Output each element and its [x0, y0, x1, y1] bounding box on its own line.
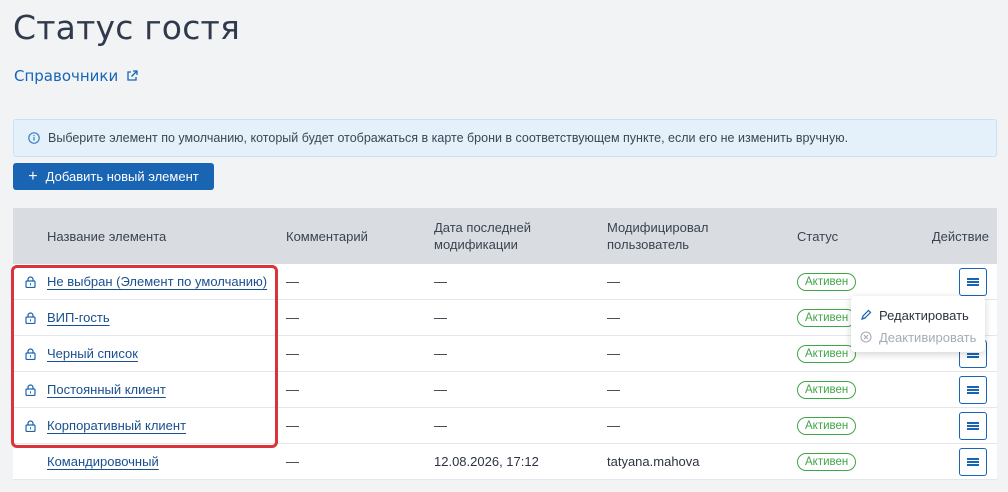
header-status: Статус — [797, 228, 839, 244]
table-row: Черный список — — — Активен — [13, 336, 997, 372]
lock-icon — [13, 275, 47, 288]
info-banner: Выберите элемент по умолчанию, который б… — [13, 119, 997, 157]
header-action: Действие — [931, 228, 989, 244]
status-badge: Активен — [797, 344, 857, 363]
plus-icon: + — [28, 167, 38, 185]
element-name-link[interactable]: Постоянный клиент — [47, 382, 166, 397]
info-text: Выберите элемент по умолчанию, который б… — [48, 131, 849, 145]
elements-table: Название элемента Комментарий Дата после… — [13, 208, 997, 480]
row-menu-button[interactable] — [959, 411, 987, 440]
comment-cell: — — [286, 274, 299, 289]
edit-menu-item[interactable]: Редактировать — [851, 304, 985, 326]
table-row: Постоянный клиент — — — Активен — [13, 372, 997, 408]
date-cell: 12.08.2026, 17:12 — [434, 454, 539, 469]
user-cell: — — [607, 382, 620, 397]
date-cell: — — [434, 310, 447, 325]
menu-icon — [967, 421, 979, 430]
lock-icon — [13, 347, 47, 360]
table-header: Название элемента Комментарий Дата после… — [13, 208, 997, 264]
element-name-link[interactable]: Черный список — [47, 346, 138, 361]
header-comment: Комментарий — [286, 228, 368, 244]
date-cell: — — [434, 346, 447, 361]
pencil-icon — [861, 309, 872, 320]
table-row: Корпоративный клиент — — — Активен — [13, 408, 997, 444]
element-name-link[interactable]: ВИП-гость — [47, 310, 110, 325]
status-badge: Активен — [797, 416, 857, 435]
lock-icon — [13, 311, 47, 324]
external-link-icon — [127, 70, 138, 81]
comment-cell: — — [286, 454, 299, 469]
user-cell: — — [607, 274, 620, 289]
row-menu-button[interactable] — [959, 267, 987, 296]
status-badge: Активен — [797, 452, 857, 471]
table-row: Не выбран (Элемент по умолчанию) — — — А… — [13, 264, 997, 300]
user-cell: tatyana.mahova — [607, 454, 700, 469]
element-name-link[interactable]: Корпоративный клиент — [47, 418, 186, 433]
lock-icon — [13, 419, 47, 432]
deactivate-menu-item[interactable]: Деактивировать — [851, 326, 985, 348]
date-cell: — — [434, 274, 447, 289]
lock-icon — [13, 383, 47, 396]
table-row: ВИП-гость — — — Активен — [13, 300, 997, 336]
edit-menu-label: Редактировать — [879, 307, 969, 323]
date-cell: — — [434, 418, 447, 433]
user-cell: — — [607, 346, 620, 361]
comment-cell: — — [286, 418, 299, 433]
menu-icon — [967, 385, 979, 394]
status-badge: Активен — [797, 308, 857, 327]
row-menu-button[interactable] — [959, 447, 987, 476]
header-name: Название элемента — [47, 228, 167, 244]
comment-cell: — — [286, 346, 299, 361]
menu-icon — [967, 277, 979, 286]
element-name-link[interactable]: Не выбран (Элемент по умолчанию) — [47, 274, 267, 289]
header-user: Модифицировал пользователь — [607, 220, 709, 252]
status-badge: Активен — [797, 272, 857, 291]
element-name-link[interactable]: Командировочный — [47, 454, 159, 469]
user-cell: — — [607, 310, 620, 325]
table-row: Командировочный — 12.08.2026, 17:12 taty… — [13, 444, 997, 480]
deactivate-icon — [860, 331, 872, 343]
header-date: Дата последней модификации — [434, 220, 531, 252]
add-element-button[interactable]: + Добавить новый элемент — [13, 163, 214, 190]
menu-icon — [967, 457, 979, 466]
row-action-dropdown: Редактировать Деактивировать — [851, 296, 985, 352]
user-cell: — — [607, 418, 620, 433]
comment-cell: — — [286, 310, 299, 325]
reference-link[interactable]: Справочники — [14, 67, 138, 85]
add-element-label: Добавить новый элемент — [45, 169, 199, 184]
date-cell: — — [434, 382, 447, 397]
reference-link-label: Справочники — [14, 67, 119, 85]
comment-cell: — — [286, 382, 299, 397]
page-title: Статус гостя — [13, 8, 241, 47]
row-menu-button[interactable] — [959, 375, 987, 404]
info-icon — [28, 132, 40, 144]
status-badge: Активен — [797, 380, 857, 399]
deactivate-menu-label: Деактивировать — [879, 329, 977, 345]
